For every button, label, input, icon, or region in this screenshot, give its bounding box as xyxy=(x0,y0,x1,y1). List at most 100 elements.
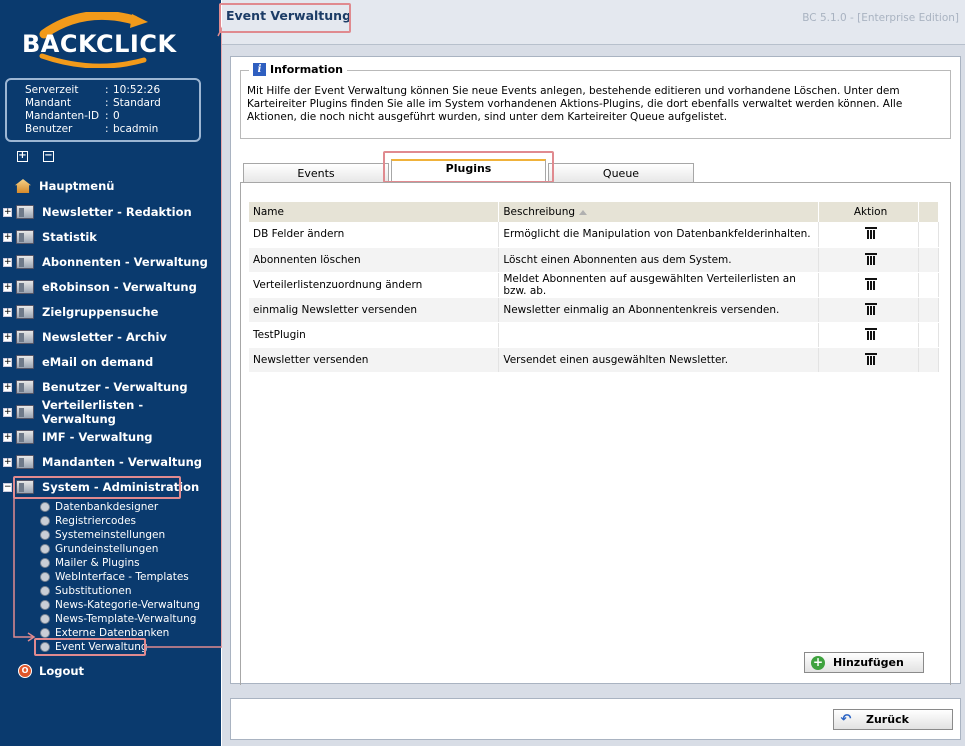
cell-name: DB Felder ändern xyxy=(249,222,500,248)
nav-item-verteilerlisten-verwaltung[interactable]: + Verteilerlisten - Verwaltung xyxy=(0,398,218,426)
expand-icon[interactable]: + xyxy=(3,407,12,417)
cell-beschreibung: Versendet einen ausgewählten Newsletter. xyxy=(498,347,820,373)
cell-spacer xyxy=(918,322,939,348)
sub-item-label: Datenbankdesigner xyxy=(55,501,159,513)
sub-item-datenbankdesigner[interactable]: Datenbankdesigner xyxy=(40,500,158,514)
sub-item-label: Mailer & Plugins xyxy=(55,557,140,569)
info-value: bcadmin xyxy=(113,123,159,135)
nav-item-newsletter-redaktion[interactable]: + Newsletter - Redaktion xyxy=(0,202,218,222)
nav-item-imf-verwaltung[interactable]: + IMF - Verwaltung xyxy=(0,427,218,447)
sub-item-systemeinstellungen[interactable]: Systemeinstellungen xyxy=(40,528,165,542)
collapse-icon[interactable]: − xyxy=(3,482,12,492)
folder-icon xyxy=(16,280,34,294)
expand-icon[interactable]: + xyxy=(3,257,12,267)
back-arrow-icon: ↶ xyxy=(840,711,852,727)
expand-icon[interactable]: + xyxy=(3,232,12,242)
sub-item-mailer-plugins[interactable]: Mailer & Plugins xyxy=(40,556,140,570)
tab-events[interactable]: Events xyxy=(243,163,389,183)
nav-item-benutzer-verwaltung[interactable]: + Benutzer - Verwaltung xyxy=(0,377,218,397)
delete-icon[interactable] xyxy=(864,302,877,315)
information-legend-label: Information xyxy=(270,63,343,76)
info-sep: : xyxy=(105,97,109,109)
cell-beschreibung: Meldet Abonnenten auf ausgewählten Verte… xyxy=(498,272,820,298)
tab-queue[interactable]: Queue xyxy=(548,163,694,183)
table-row[interactable]: DB Felder ändern Ermöglicht die Manipula… xyxy=(249,222,939,248)
back-button[interactable]: ↶ Zurück xyxy=(833,709,953,730)
sub-item-substitutionen[interactable]: Substitutionen xyxy=(40,584,132,598)
nav-item-abonnenten-verwaltung[interactable]: + Abonnenten - Verwaltung xyxy=(0,252,218,272)
gear-icon xyxy=(40,544,50,554)
expand-icon[interactable]: + xyxy=(3,457,12,467)
cell-spacer xyxy=(918,347,939,373)
nav-label: IMF - Verwaltung xyxy=(42,430,153,444)
delete-icon[interactable] xyxy=(864,252,877,265)
nav-item-erobinson-verwaltung[interactable]: + eRobinson - Verwaltung xyxy=(0,277,218,297)
info-row-mandanten-id: Mandanten-ID : 0 xyxy=(25,110,199,123)
sub-item-news-template[interactable]: News-Template-Verwaltung xyxy=(40,612,196,626)
column-header-beschreibung[interactable]: Beschreibung xyxy=(498,202,820,222)
expand-icon[interactable]: + xyxy=(3,282,12,292)
folder-icon xyxy=(16,455,34,469)
table-row[interactable]: Newsletter versenden Versendet einen aus… xyxy=(249,347,939,373)
table-row[interactable]: TestPlugin xyxy=(249,322,939,348)
grid-header-row: Name Beschreibung Aktion xyxy=(249,202,939,222)
nav-item-mandanten-verwaltung[interactable]: + Mandanten - Verwaltung xyxy=(0,452,218,472)
delete-icon[interactable] xyxy=(864,226,877,240)
gear-icon xyxy=(40,586,50,596)
add-button-label: Hinzufügen xyxy=(833,656,904,669)
expand-icon[interactable]: + xyxy=(3,432,12,442)
folder-icon xyxy=(16,330,34,344)
back-button-label: Zurück xyxy=(866,713,909,726)
expand-icon[interactable]: + xyxy=(3,307,12,317)
gear-icon xyxy=(40,628,50,638)
info-row-benutzer: Benutzer : bcadmin xyxy=(25,123,199,136)
nav-item-email-on-demand[interactable]: + eMail on demand xyxy=(0,352,218,372)
content-panel: i Information Mit Hilfe der Event Verwal… xyxy=(230,56,961,685)
nav-logout[interactable]: O Logout xyxy=(0,661,218,681)
nav-label: Logout xyxy=(39,664,85,678)
nav-label: Mandanten - Verwaltung xyxy=(42,455,203,469)
nav-item-statistik[interactable]: + Statistik xyxy=(0,227,218,247)
nav-item-zielgruppensuche[interactable]: + Zielgruppensuche xyxy=(0,302,218,322)
expand-icon[interactable]: + xyxy=(3,382,12,392)
expand-icon[interactable]: + xyxy=(3,207,12,217)
folder-icon xyxy=(16,405,34,419)
column-header-label: Name xyxy=(253,206,284,218)
expand-icon[interactable]: + xyxy=(3,332,12,342)
nav-label: Abonnenten - Verwaltung xyxy=(42,255,208,269)
sub-item-label: Substitutionen xyxy=(55,585,132,597)
table-row[interactable]: Abonnenten löschen Löscht einen Abonnent… xyxy=(249,247,939,273)
collapse-all-button[interactable]: − xyxy=(43,151,54,162)
sub-item-label: Systemeinstellungen xyxy=(55,529,166,541)
info-icon: i xyxy=(253,63,266,76)
cell-spacer xyxy=(918,222,939,248)
expand-all-button[interactable]: + xyxy=(17,151,28,162)
nav-label: Newsletter - Redaktion xyxy=(42,205,192,219)
column-header-name[interactable]: Name xyxy=(249,202,500,222)
table-row[interactable]: einmalig Newsletter versenden Newsletter… xyxy=(249,297,939,323)
folder-icon xyxy=(16,230,34,244)
info-row-mandant: Mandant : Standard xyxy=(25,97,199,110)
nav-item-newsletter-archiv[interactable]: + Newsletter - Archiv xyxy=(0,327,218,347)
delete-icon[interactable] xyxy=(864,327,877,340)
sub-item-registriercodes[interactable]: Registriercodes xyxy=(40,514,136,528)
cell-name: einmalig Newsletter versenden xyxy=(249,297,500,323)
sub-item-news-kategorie[interactable]: News-Kategorie-Verwaltung xyxy=(40,598,200,612)
folder-icon xyxy=(16,380,34,394)
sub-item-webinterface-templates[interactable]: WebInterface - Templates xyxy=(40,570,189,584)
highlight-frame-plugins-tab xyxy=(383,151,554,183)
add-plugin-button[interactable]: + Hinzufügen xyxy=(804,652,924,673)
nav-label: Zielgruppensuche xyxy=(42,305,159,319)
delete-icon[interactable] xyxy=(864,352,877,365)
column-header-spacer xyxy=(918,202,939,222)
nav-hauptmenue[interactable]: Hauptmenü xyxy=(0,176,218,196)
highlight-frame-event xyxy=(34,638,146,656)
delete-icon[interactable] xyxy=(864,277,877,290)
table-row[interactable]: Verteilerlistenzuordnung ändern Meldet A… xyxy=(249,272,939,298)
nav-label: Verteilerlisten - Verwaltung xyxy=(41,398,144,426)
information-legend: i Information xyxy=(249,63,347,76)
sub-item-grundeinstellungen[interactable]: Grundeinstellungen xyxy=(40,542,158,556)
folder-icon xyxy=(16,430,34,444)
expand-icon[interactable]: + xyxy=(3,357,12,367)
folder-icon xyxy=(16,305,34,319)
